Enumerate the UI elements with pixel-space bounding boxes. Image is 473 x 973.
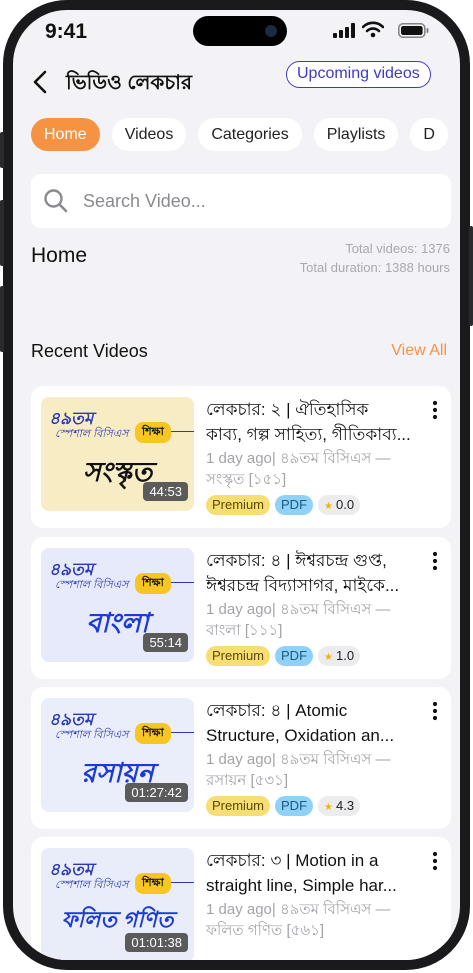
- tab-bar: Home Videos Categories Playlists D: [31, 118, 460, 152]
- premium-tag: Premium: [206, 495, 271, 515]
- premium-tag: Premium: [206, 646, 271, 666]
- video-title-line1: লেকচার: ৪ | ঈশ্বরচন্দ্র গুপ্ত,: [206, 551, 387, 570]
- duration-badge: 01:27:42: [125, 783, 188, 802]
- video-title-line2: কাব্য, গল্প সাহিত্য, গীতিকাব্য...: [206, 425, 411, 444]
- premium-tag: Premium: [206, 796, 271, 816]
- tab-videos[interactable]: Videos: [111, 118, 187, 151]
- thumb-edu-badge: শিক্ষা: [135, 873, 171, 894]
- home-heading: Home: [31, 244, 88, 267]
- video-title-line1: লেকচার: ২ | ঐতিহাসিক: [206, 400, 369, 419]
- duration-badge: 44:53: [143, 482, 188, 501]
- video-card[interactable]: ৪৯তম স্পেশাল বিসিএস শিক্ষা সংস্কৃত 44:53…: [31, 386, 451, 528]
- thumb-edu-badge: শিক্ষা: [135, 422, 171, 443]
- video-title-line2: straight line, Simple har...: [206, 876, 397, 895]
- video-meta-line1: 1 day ago| ৪৯তম বিসিএস —: [206, 901, 391, 918]
- video-title-line1: লেকচার: ৩ | Motion in a: [206, 851, 379, 870]
- camera-icon: [265, 25, 277, 37]
- tab-categories[interactable]: Categories: [198, 118, 302, 151]
- video-meta: 1 day ago| ৪৯তম বিসিএস — ফলিত গণিত [৫৬১]: [206, 899, 428, 941]
- search-icon: [44, 189, 68, 213]
- video-meta-line2: সংস্কৃত [১৫১]: [206, 471, 287, 488]
- rating-value: 4.3: [335, 798, 355, 813]
- video-meta-line2: বাংলা [১১১]: [206, 622, 283, 639]
- video-tags: Premium PDF ★ 4.3: [206, 796, 361, 816]
- tab-home[interactable]: Home: [31, 118, 100, 151]
- video-meta: 1 day ago| ৪৯তম বিসিএস — বাংলা [১১১]: [206, 599, 428, 641]
- video-meta-line1: 1 day ago| ৪৯তম বিসিএস —: [206, 450, 391, 467]
- thumb-edu-badge: শিক্ষা: [135, 723, 171, 744]
- battery-icon: [398, 23, 429, 38]
- video-meta: 1 day ago| ৪৯তম বিসিএস — সংস্কৃত [১৫১]: [206, 448, 428, 490]
- video-meta: 1 day ago| ৪৯তম বিসিএস — রসায়ন [৫৩১]: [206, 749, 428, 791]
- rating-tag: ★ 1.0: [318, 646, 361, 666]
- back-arrow-icon[interactable]: [23, 64, 59, 100]
- duration-badge: 01:01:38: [125, 933, 188, 952]
- tab-playlists[interactable]: Playlists: [313, 118, 399, 151]
- video-thumbnail[interactable]: ৪৯তম স্পেশাল বিসিএস শিক্ষা ফলিত গণিত 01:…: [41, 848, 194, 960]
- recent-videos-heading: Recent Videos: [31, 341, 148, 361]
- kebab-menu-icon[interactable]: [423, 549, 447, 573]
- video-title-line2: ঈশ্বরচন্দ্র বিদ্যাসাগর, মাইকে...: [206, 576, 400, 595]
- totals-summary: Total videos: 1376 Total duration: 1388 …: [300, 239, 450, 277]
- view-all-link[interactable]: View All: [391, 342, 447, 360]
- video-title[interactable]: লেকচার: ৩ | Motion in a straight line, S…: [206, 848, 428, 898]
- thumb-special-label: স্পেশাল বিসিএস: [55, 729, 129, 741]
- dynamic-island: [193, 16, 287, 46]
- thumb-special-label: স্পেশাল বিসিএস: [55, 428, 129, 440]
- star-icon: ★: [324, 802, 333, 813]
- video-thumbnail[interactable]: ৪৯তম স্পেশাল বিসিএস শিক্ষা সংস্কৃত 44:53: [41, 397, 194, 511]
- video-title[interactable]: লেকচার: ৪ | ঈশ্বরচন্দ্র গুপ্ত, ঈশ্বরচন্দ…: [206, 548, 428, 598]
- kebab-menu-icon[interactable]: [423, 849, 447, 873]
- status-time: 9:41: [45, 20, 88, 43]
- duration-badge: 55:14: [143, 633, 188, 652]
- search-input[interactable]: [83, 184, 433, 218]
- phone-frame: 9:41 ভিডিও লেকচার Upcoming videos Home V…: [0, 0, 473, 970]
- video-thumbnail[interactable]: ৪৯তম স্পেশাল বিসিএস শিক্ষা রসায়ন 01:27:…: [41, 698, 194, 812]
- rating-value: 1.0: [335, 648, 355, 663]
- video-title-line1: লেকচার: ৪ | Atomic: [206, 701, 348, 720]
- page-title: ভিডিও লেকচার: [66, 72, 192, 94]
- kebab-menu-icon[interactable]: [423, 699, 447, 723]
- video-card[interactable]: ৪৯তম স্পেশাল বিসিএস শিক্ষা রসায়ন 01:27:…: [31, 687, 451, 829]
- volume-up-button: [0, 200, 4, 266]
- rating-value: 0.0: [335, 497, 355, 512]
- video-meta-line1: 1 day ago| ৪৯তম বিসিএস —: [206, 601, 391, 618]
- app-screen: 9:41 ভিডিও লেকচার Upcoming videos Home V…: [13, 10, 460, 960]
- video-card[interactable]: ৪৯তম স্পেশাল বিসিএস শিক্ষা বাংলা 55:14 ল…: [31, 537, 451, 679]
- upcoming-videos-button[interactable]: Upcoming videos: [286, 61, 431, 88]
- rating-tag: ★ 0.0: [318, 495, 361, 515]
- side-button: [0, 132, 4, 168]
- total-videos: Total videos: 1376: [345, 241, 450, 256]
- star-icon: ★: [324, 501, 333, 512]
- video-thumbnail[interactable]: ৪৯তম স্পেশাল বিসিএস শিক্ষা বাংলা 55:14: [41, 548, 194, 662]
- tab-more[interactable]: D: [410, 118, 448, 151]
- volume-down-button: [0, 286, 4, 352]
- video-title[interactable]: লেকচার: ৪ | Atomic Structure, Oxidation …: [206, 698, 428, 748]
- total-duration: Total duration: 1388 hours: [299, 260, 450, 275]
- video-meta-line2: ফলিত গণিত [৫৬১]: [206, 922, 325, 939]
- thumb-special-label: স্পেশাল বিসিএস: [55, 879, 129, 891]
- video-tags: Premium PDF ★ 1.0: [206, 646, 361, 666]
- search-bar: [31, 174, 451, 228]
- thumb-edu-badge: শিক্ষা: [135, 573, 171, 594]
- video-card[interactable]: ৪৯তম স্পেশাল বিসিএস শিক্ষা ফলিত গণিত 01:…: [31, 837, 451, 960]
- signal-icon: [333, 23, 355, 38]
- star-icon: ★: [324, 652, 333, 663]
- video-meta-line2: রসায়ন [৫৩১]: [206, 772, 289, 789]
- pdf-tag: PDF: [275, 646, 314, 666]
- thumb-special-label: স্পেশাল বিসিএস: [55, 579, 129, 591]
- video-title[interactable]: লেকচার: ২ | ঐতিহাসিক কাব্য, গল্প সাহিত্য…: [206, 397, 428, 447]
- video-meta-line1: 1 day ago| ৪৯তম বিসিএস —: [206, 751, 391, 768]
- kebab-menu-icon[interactable]: [423, 398, 447, 422]
- pdf-tag: PDF: [275, 495, 314, 515]
- status-bar: 9:41: [13, 10, 460, 54]
- wifi-icon: [362, 21, 384, 38]
- video-tags: Premium PDF ★ 0.0: [206, 495, 361, 515]
- rating-tag: ★ 4.3: [318, 796, 361, 816]
- power-button: [469, 226, 473, 326]
- pdf-tag: PDF: [275, 796, 314, 816]
- video-title-line2: Structure, Oxidation an...: [206, 726, 395, 745]
